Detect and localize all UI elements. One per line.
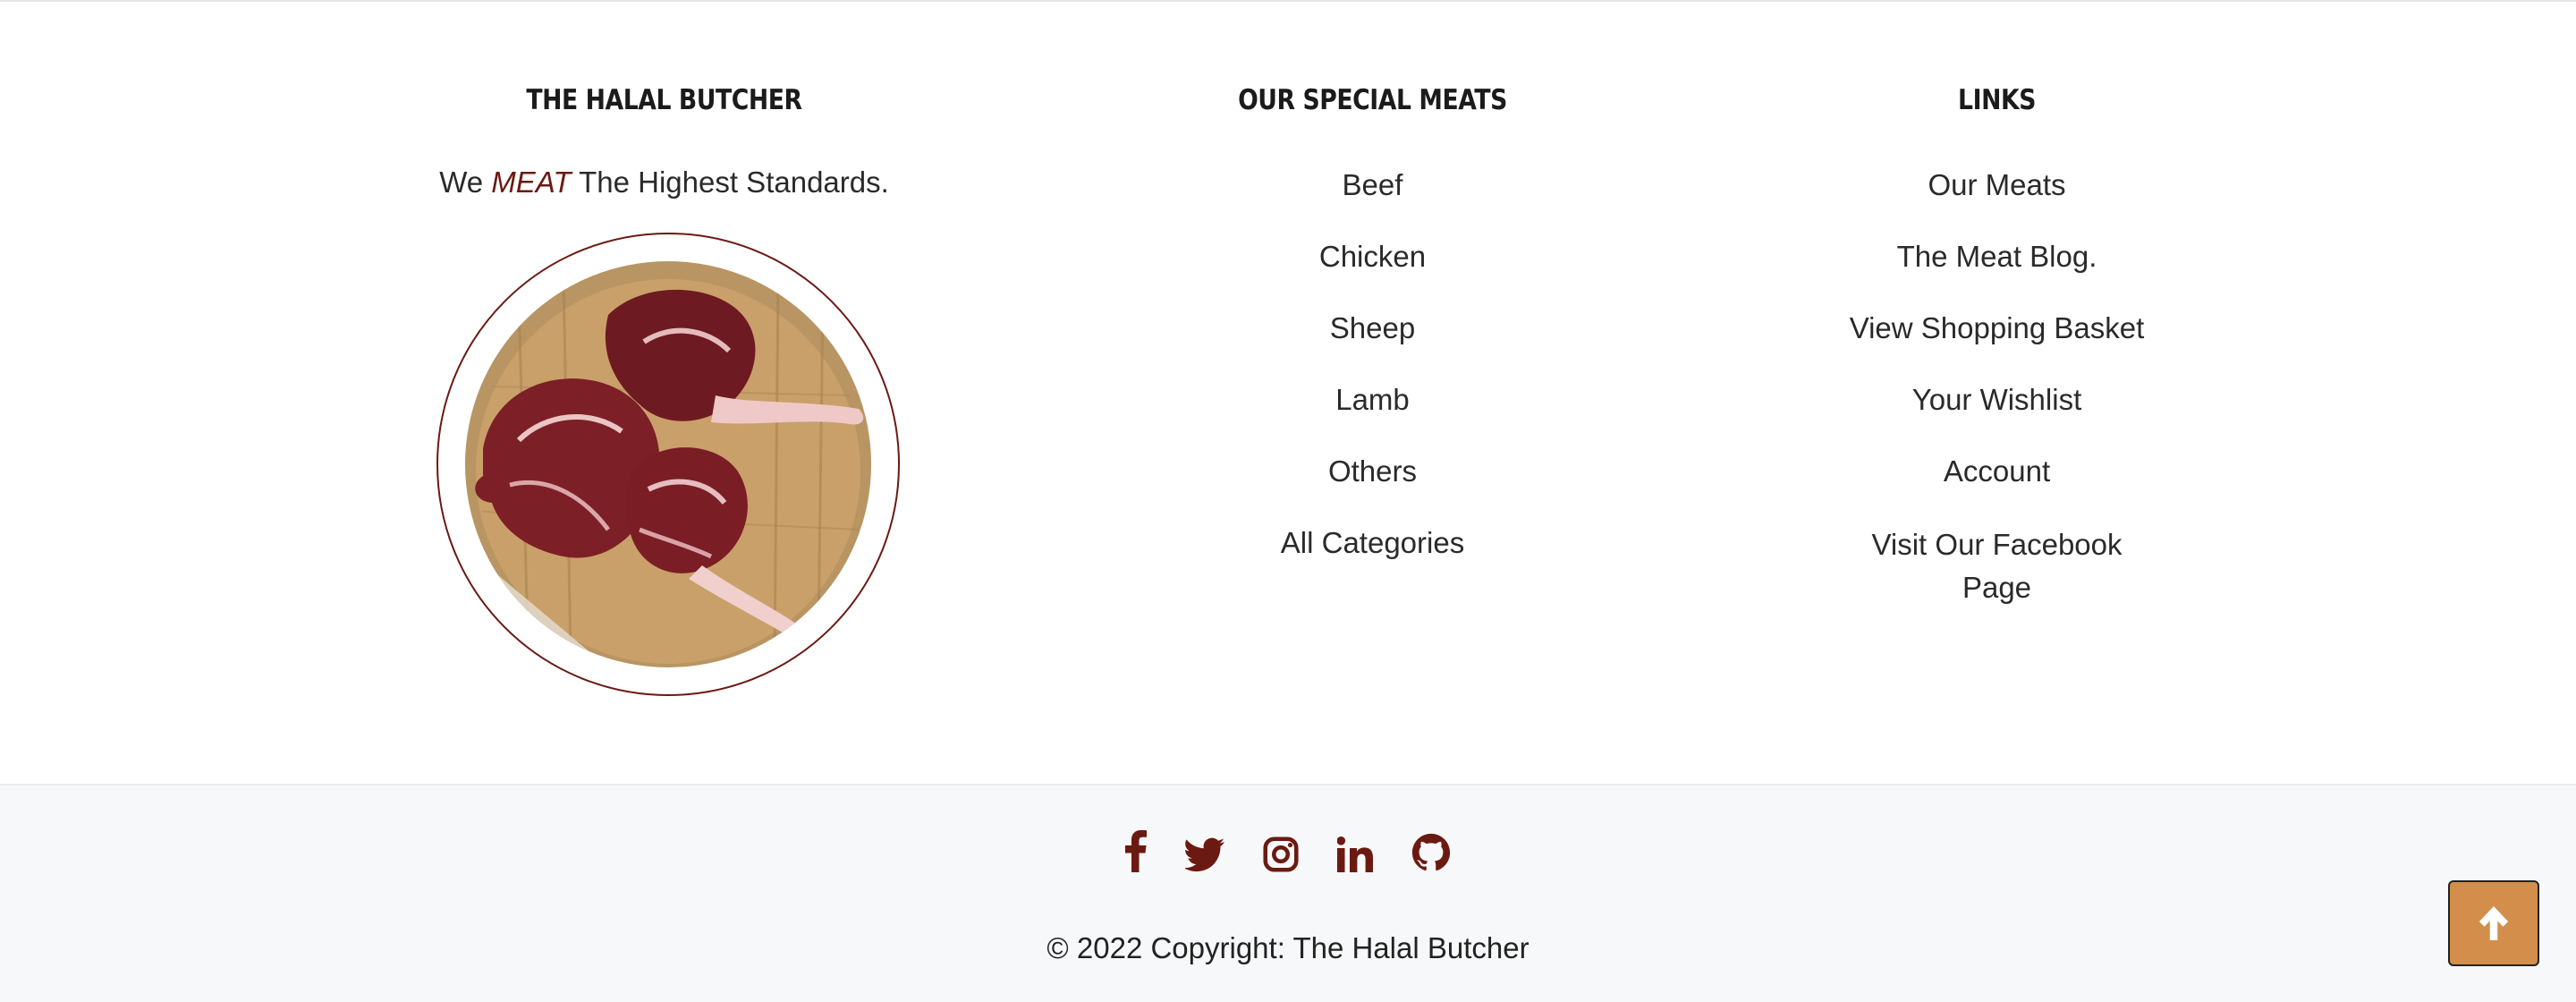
link-shopping-basket[interactable]: View Shopping Basket — [1726, 309, 2267, 380]
special-meats-heading: OUR SPECIAL MEATS — [1238, 84, 1507, 116]
footer-main: THE HALAL BUTCHER We MEAT The Highest St… — [0, 2, 2576, 784]
meat-link-all-categories[interactable]: All Categories — [1102, 523, 1643, 595]
meat-link-sheep[interactable]: Sheep — [1102, 309, 1643, 380]
meat-link-chicken[interactable]: Chicken — [1102, 237, 1643, 309]
link-account[interactable]: Account — [1726, 452, 2267, 523]
meat-link-others[interactable]: Others — [1102, 452, 1643, 523]
social-links — [1125, 827, 1451, 875]
arrow-up-icon — [2479, 906, 2509, 940]
footer-bottom-bar: © 2022 Copyright: The Halal Butcher — [0, 784, 2576, 1002]
meat-link-lamb[interactable]: Lamb — [1102, 380, 1643, 452]
meat-link-beef[interactable]: Beef — [1102, 166, 1643, 237]
tagline-post: The Highest Standards. — [579, 166, 889, 199]
special-meats-list: Beef Chicken Sheep Lamb Others All Categ… — [1102, 166, 1643, 595]
link-wishlist[interactable]: Your Wishlist — [1726, 380, 2267, 452]
tagline: We MEAT The Highest Standards. — [394, 166, 935, 200]
link-meat-blog[interactable]: The Meat Blog. — [1726, 237, 2267, 309]
github-icon[interactable] — [1411, 829, 1451, 872]
meat-cuts-photo — [465, 261, 871, 667]
instagram-icon[interactable] — [1263, 829, 1299, 872]
link-our-meats[interactable]: Our Meats — [1726, 166, 2267, 237]
about-heading: THE HALAL BUTCHER — [526, 84, 802, 116]
links-heading: LINKS — [1958, 84, 2036, 116]
copyright-text: © 2022 Copyright: The Halal Butcher — [1046, 931, 1530, 964]
link-facebook-page[interactable]: Visit Our Facebook Page — [1863, 523, 2131, 609]
facebook-icon[interactable] — [1125, 829, 1147, 872]
tagline-accent: MEAT — [491, 166, 572, 199]
back-to-top-button[interactable] — [2448, 880, 2539, 966]
twitter-icon[interactable] — [1185, 829, 1224, 872]
linkedin-icon[interactable] — [1337, 829, 1373, 872]
meat-image-badge — [436, 233, 900, 696]
tagline-pre: We — [439, 166, 484, 199]
links-list: Our Meats The Meat Blog. View Shopping B… — [1726, 166, 2267, 609]
